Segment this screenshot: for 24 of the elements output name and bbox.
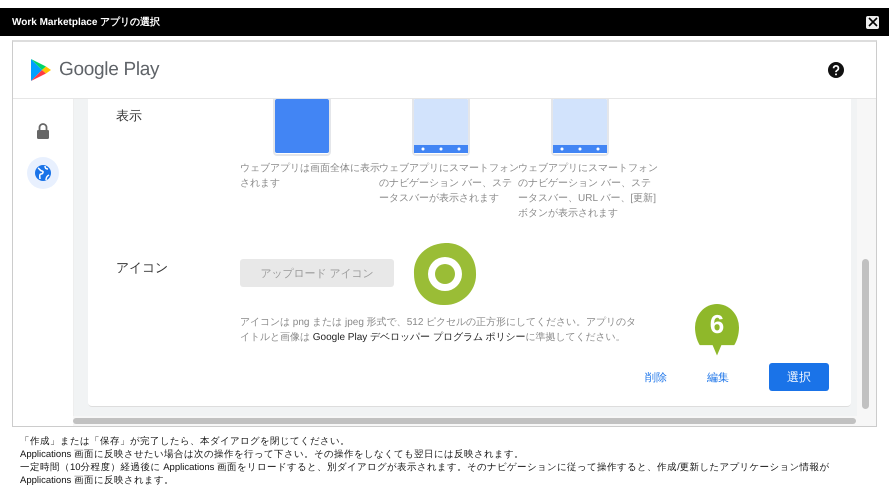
section-label: 表示	[116, 107, 143, 125]
horizontal-scrollbar[interactable]	[73, 416, 876, 426]
window-title: Work Marketplace アプリの選択	[12, 15, 160, 29]
icon-guideline-text: アイコンは png または jpeg 形式で、512 ピクセルの正方形にしてください。アプリのタイトルと画像は Google Play デベロッパー プログラム ポリシーに準拠してください。	[240, 316, 638, 345]
lock-icon	[36, 123, 50, 139]
delete-button[interactable]: 削除	[645, 366, 667, 388]
instruction-text: 一定時間（10分程度）経過後に Applications 画面をリロードすると、別ダイアログが表示されます。そのナビゲーションに従って操作すると、作成/更新したアプリケーション情報が Applications 画面に反映されます。	[20, 461, 831, 487]
option-description: ウェブアプリにスマートフォンのナビゲーション バー、ステータスバーが表示されます	[379, 162, 519, 206]
play-logo-icon	[30, 58, 52, 82]
select-button[interactable]: 選択	[769, 363, 829, 391]
globe-icon	[34, 164, 52, 182]
instruction-text: Applications 画面に反映させたい場合は次の操作を行って下さい。その操作をしなくても翌日には反映されます。	[20, 448, 525, 461]
option-description: ウェブアプリは画面全体に表示されます	[240, 162, 380, 191]
vertical-scrollbar[interactable]	[857, 99, 876, 416]
instruction-text: 「作成」または「保存」が完了したら、本ダイアログを閉じてください。	[20, 435, 351, 448]
close-button[interactable]	[866, 16, 879, 28]
section-label: アイコン	[116, 259, 169, 277]
edit-button[interactable]: 編集	[707, 366, 729, 388]
callout-marker: 6	[695, 304, 739, 356]
rail-item[interactable]	[27, 157, 59, 189]
store-name: Google Play	[59, 59, 160, 81]
help-icon[interactable]	[828, 62, 844, 78]
option-description: ウェブアプリにスマートフォンのナビゲーション バー、ステータスバー、URL バー、[更新] ボタンが表示されます	[518, 162, 658, 221]
target-icon	[412, 241, 478, 307]
